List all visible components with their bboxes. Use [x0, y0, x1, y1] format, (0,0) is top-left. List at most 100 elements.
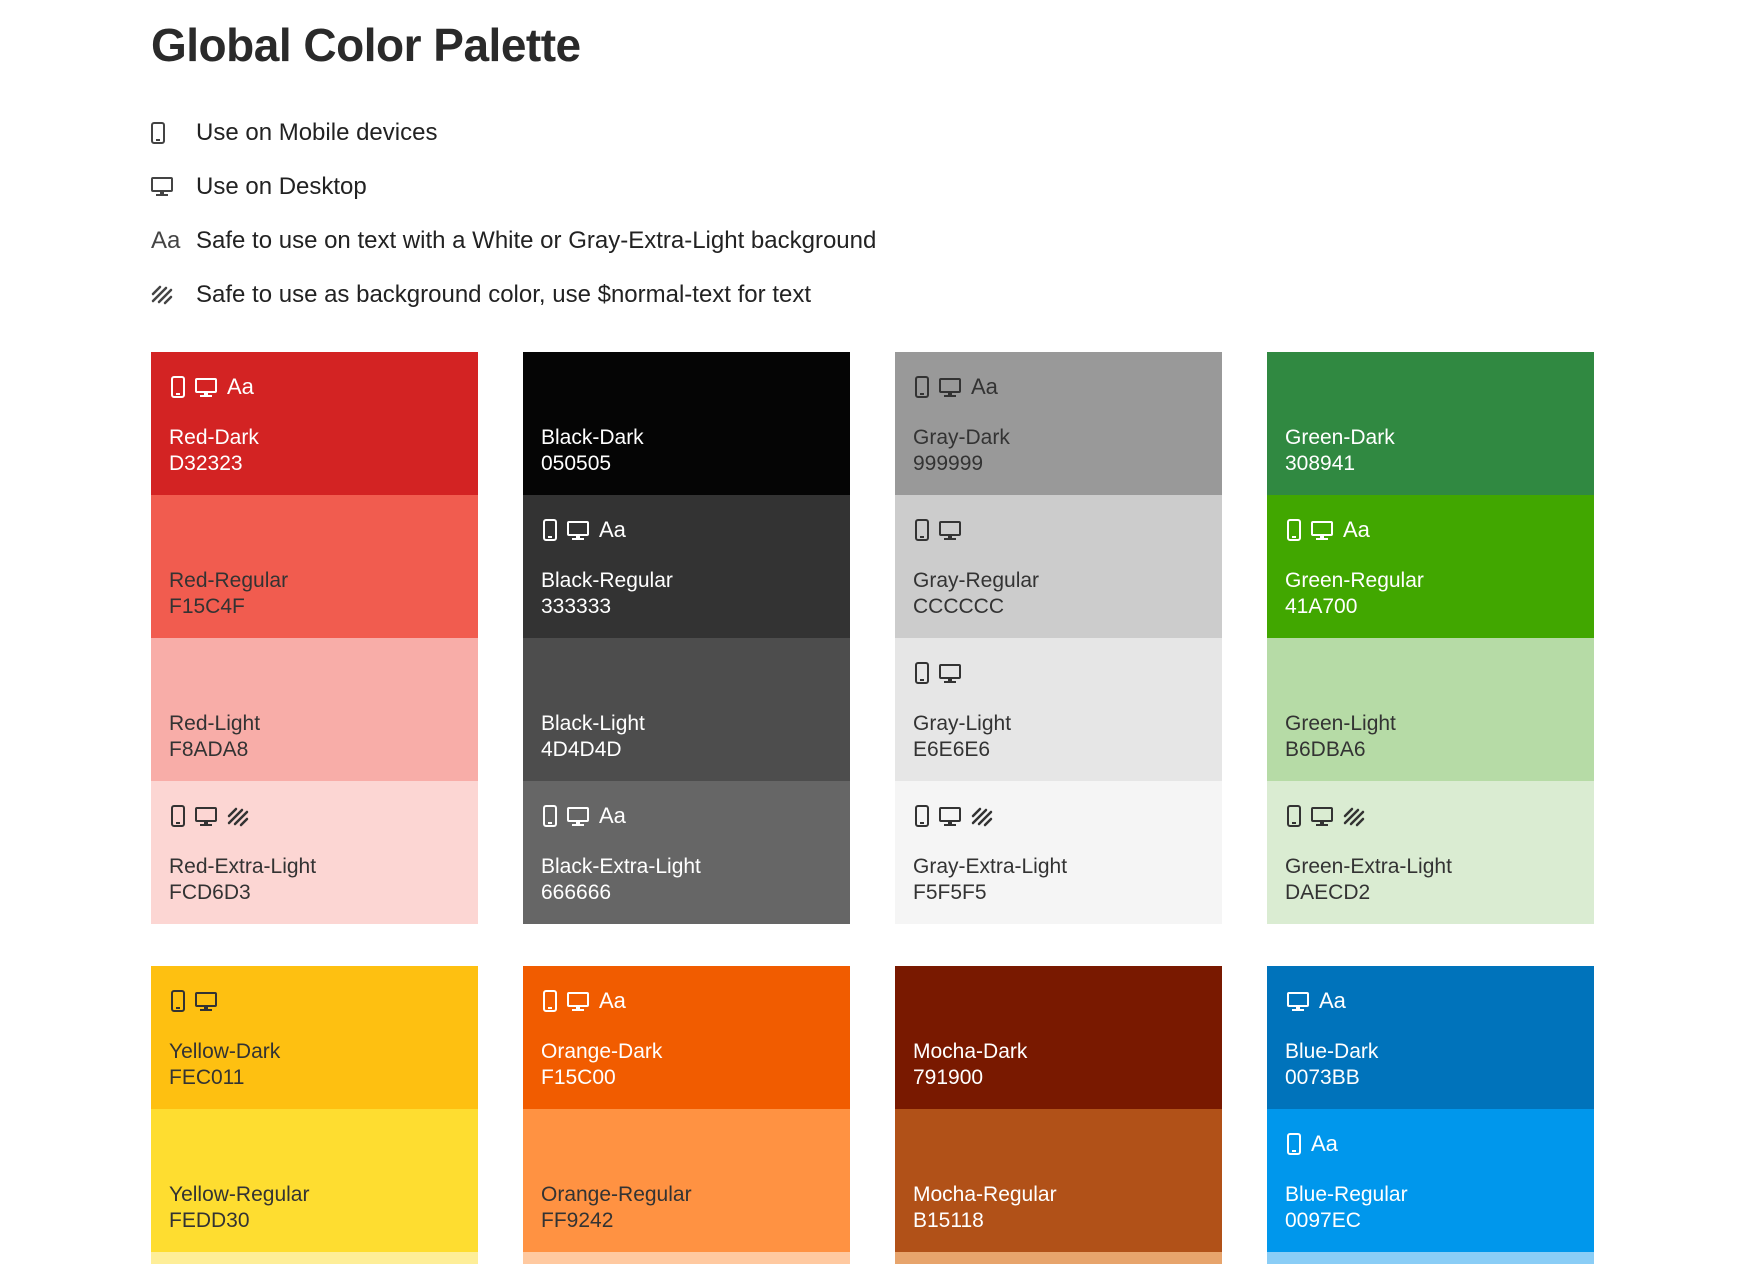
usage-icons — [915, 654, 961, 684]
color-swatch: AaOrange-DarkF15C00 — [523, 966, 850, 1109]
hatch-icon — [1343, 807, 1365, 827]
color-swatch: AaBlue-Dark0073BB — [1267, 966, 1594, 1109]
swatch-hex: CCCCCC — [913, 594, 1004, 620]
mobile-icon — [543, 519, 557, 541]
color-swatch: Yellow-DarkFEC011 — [151, 966, 478, 1109]
desktop-icon — [567, 521, 589, 541]
color-swatch: AaBlack-Extra-Light666666 — [523, 781, 850, 924]
color-swatch: Black-Dark050505 — [523, 352, 850, 495]
usage-icons: Aa — [171, 368, 254, 398]
mobile-icon — [915, 662, 929, 684]
swatch-name: Red-Extra-Light — [169, 854, 316, 880]
usage-icons — [915, 797, 993, 827]
swatch-name: Gray-Light — [913, 711, 1011, 737]
swatch-hex: DAECD2 — [1285, 880, 1370, 906]
mobile-icon — [1287, 519, 1301, 541]
swatch-hex: FEC011 — [169, 1065, 244, 1091]
swatch-name: Mocha-Regular — [913, 1182, 1057, 1208]
text-aa-icon: Aa — [1343, 519, 1370, 541]
swatch-hex: 308941 — [1285, 451, 1355, 477]
text-aa-icon: Aa — [599, 805, 626, 827]
text-aa-icon: Aa — [971, 376, 998, 398]
swatch-hex: B15118 — [913, 1208, 984, 1234]
desktop-icon — [567, 992, 589, 1012]
color-group-blue: AaBlue-Dark0073BBAaBlue-Regular0097EC — [1267, 966, 1594, 1264]
swatch-name: Black-Regular — [541, 568, 673, 594]
color-swatch: Red-Extra-LightFCD6D3 — [151, 781, 478, 924]
color-group-green: Green-Dark308941AaGreen-Regular41A700Gre… — [1267, 352, 1594, 924]
legend-item-mobile: Use on Mobile devices — [151, 106, 1351, 160]
legend-item-desktop: Use on Desktop — [151, 160, 1351, 214]
swatch-hex: 0073BB — [1285, 1065, 1360, 1091]
desktop-icon — [195, 378, 217, 398]
swatch-hex: 0097EC — [1285, 1208, 1361, 1234]
desktop-icon — [1311, 521, 1333, 541]
text-aa-icon: Aa — [599, 990, 626, 1012]
swatch-name: Green-Regular — [1285, 568, 1424, 594]
color-swatch: Gray-RegularCCCCCC — [895, 495, 1222, 638]
mobile-icon — [1287, 805, 1301, 827]
color-swatch: Green-Extra-LightDAECD2 — [1267, 781, 1594, 924]
legend-label: Use on Mobile devices — [196, 119, 437, 147]
color-swatch: Red-LightF8ADA8 — [151, 638, 478, 781]
desktop-icon — [1287, 992, 1309, 1012]
usage-icons: Aa — [1287, 511, 1370, 541]
desktop-icon — [195, 992, 217, 1012]
desktop-icon — [195, 807, 217, 827]
desktop-icon — [567, 807, 589, 827]
color-swatch — [523, 1252, 850, 1264]
desktop-icon — [151, 177, 196, 197]
swatch-hex: F5F5F5 — [913, 880, 987, 906]
swatch-name: Yellow-Regular — [169, 1182, 309, 1208]
desktop-icon — [939, 807, 961, 827]
color-swatch: Mocha-Dark791900 — [895, 966, 1222, 1109]
mobile-icon — [915, 519, 929, 541]
swatch-hex: 41A700 — [1285, 594, 1357, 620]
swatch-hex: D32323 — [169, 451, 243, 477]
usage-icons: Aa — [1287, 982, 1346, 1012]
color-group-gray: AaGray-Dark999999Gray-RegularCCCCCCGray-… — [895, 352, 1222, 924]
color-group-mocha: Mocha-Dark791900Mocha-RegularB15118 — [895, 966, 1222, 1264]
usage-icons: Aa — [915, 368, 998, 398]
color-swatch: AaBlack-Regular333333 — [523, 495, 850, 638]
palette-row-1: AaRed-DarkD32323Red-RegularF15C4FRed-Lig… — [151, 352, 1594, 924]
desktop-icon — [939, 521, 961, 541]
legend-label: Safe to use on text with a White or Gray… — [196, 227, 876, 255]
swatch-name: Orange-Dark — [541, 1039, 662, 1065]
usage-icons — [915, 511, 961, 541]
hatch-icon — [971, 807, 993, 827]
mobile-icon — [915, 376, 929, 398]
text-aa-icon: Aa — [599, 519, 626, 541]
color-swatch: Aa Green-Regular41A700 — [1267, 495, 1594, 638]
swatch-name: Red-Regular — [169, 568, 288, 594]
desktop-icon — [1311, 807, 1333, 827]
color-swatch: AaBlue-Regular0097EC — [1267, 1109, 1594, 1252]
color-swatch: Green-LightB6DBA6 — [1267, 638, 1594, 781]
mobile-icon — [171, 376, 185, 398]
color-swatch: Mocha-RegularB15118 — [895, 1109, 1222, 1252]
swatch-hex: FF9242 — [541, 1208, 613, 1234]
color-swatch — [1267, 1252, 1594, 1264]
swatch-name: Red-Dark — [169, 425, 259, 451]
page-title: Global Color Palette — [151, 18, 581, 72]
color-swatch: Gray-Extra-LightF5F5F5 — [895, 781, 1222, 924]
mobile-icon — [1287, 1133, 1301, 1155]
color-group-yellow: Yellow-DarkFEC011 Yellow-RegularFEDD30 — [151, 966, 478, 1264]
mobile-icon — [151, 122, 196, 144]
swatch-hex: FEDD30 — [169, 1208, 250, 1234]
swatch-name: Gray-Dark — [913, 425, 1010, 451]
color-swatch: Orange-RegularFF9242 — [523, 1109, 850, 1252]
swatch-name: Red-Light — [169, 711, 260, 737]
color-swatch: Gray-LightE6E6E6 — [895, 638, 1222, 781]
usage-icons — [171, 797, 249, 827]
mobile-icon — [171, 805, 185, 827]
color-swatch — [895, 1252, 1222, 1264]
swatch-hex: 999999 — [913, 451, 983, 477]
hatch-icon — [151, 285, 196, 305]
palette-row-2: Yellow-DarkFEC011 Yellow-RegularFEDD30 Aa O… — [151, 966, 1594, 1264]
swatch-hex: E6E6E6 — [913, 737, 990, 763]
swatch-hex: B6DBA6 — [1285, 737, 1366, 763]
mobile-icon — [915, 805, 929, 827]
legend-item-text-safe: Aa Safe to use on text with a White or G… — [151, 214, 1351, 268]
color-swatch: Aa Red-DarkD32323 — [151, 352, 478, 495]
